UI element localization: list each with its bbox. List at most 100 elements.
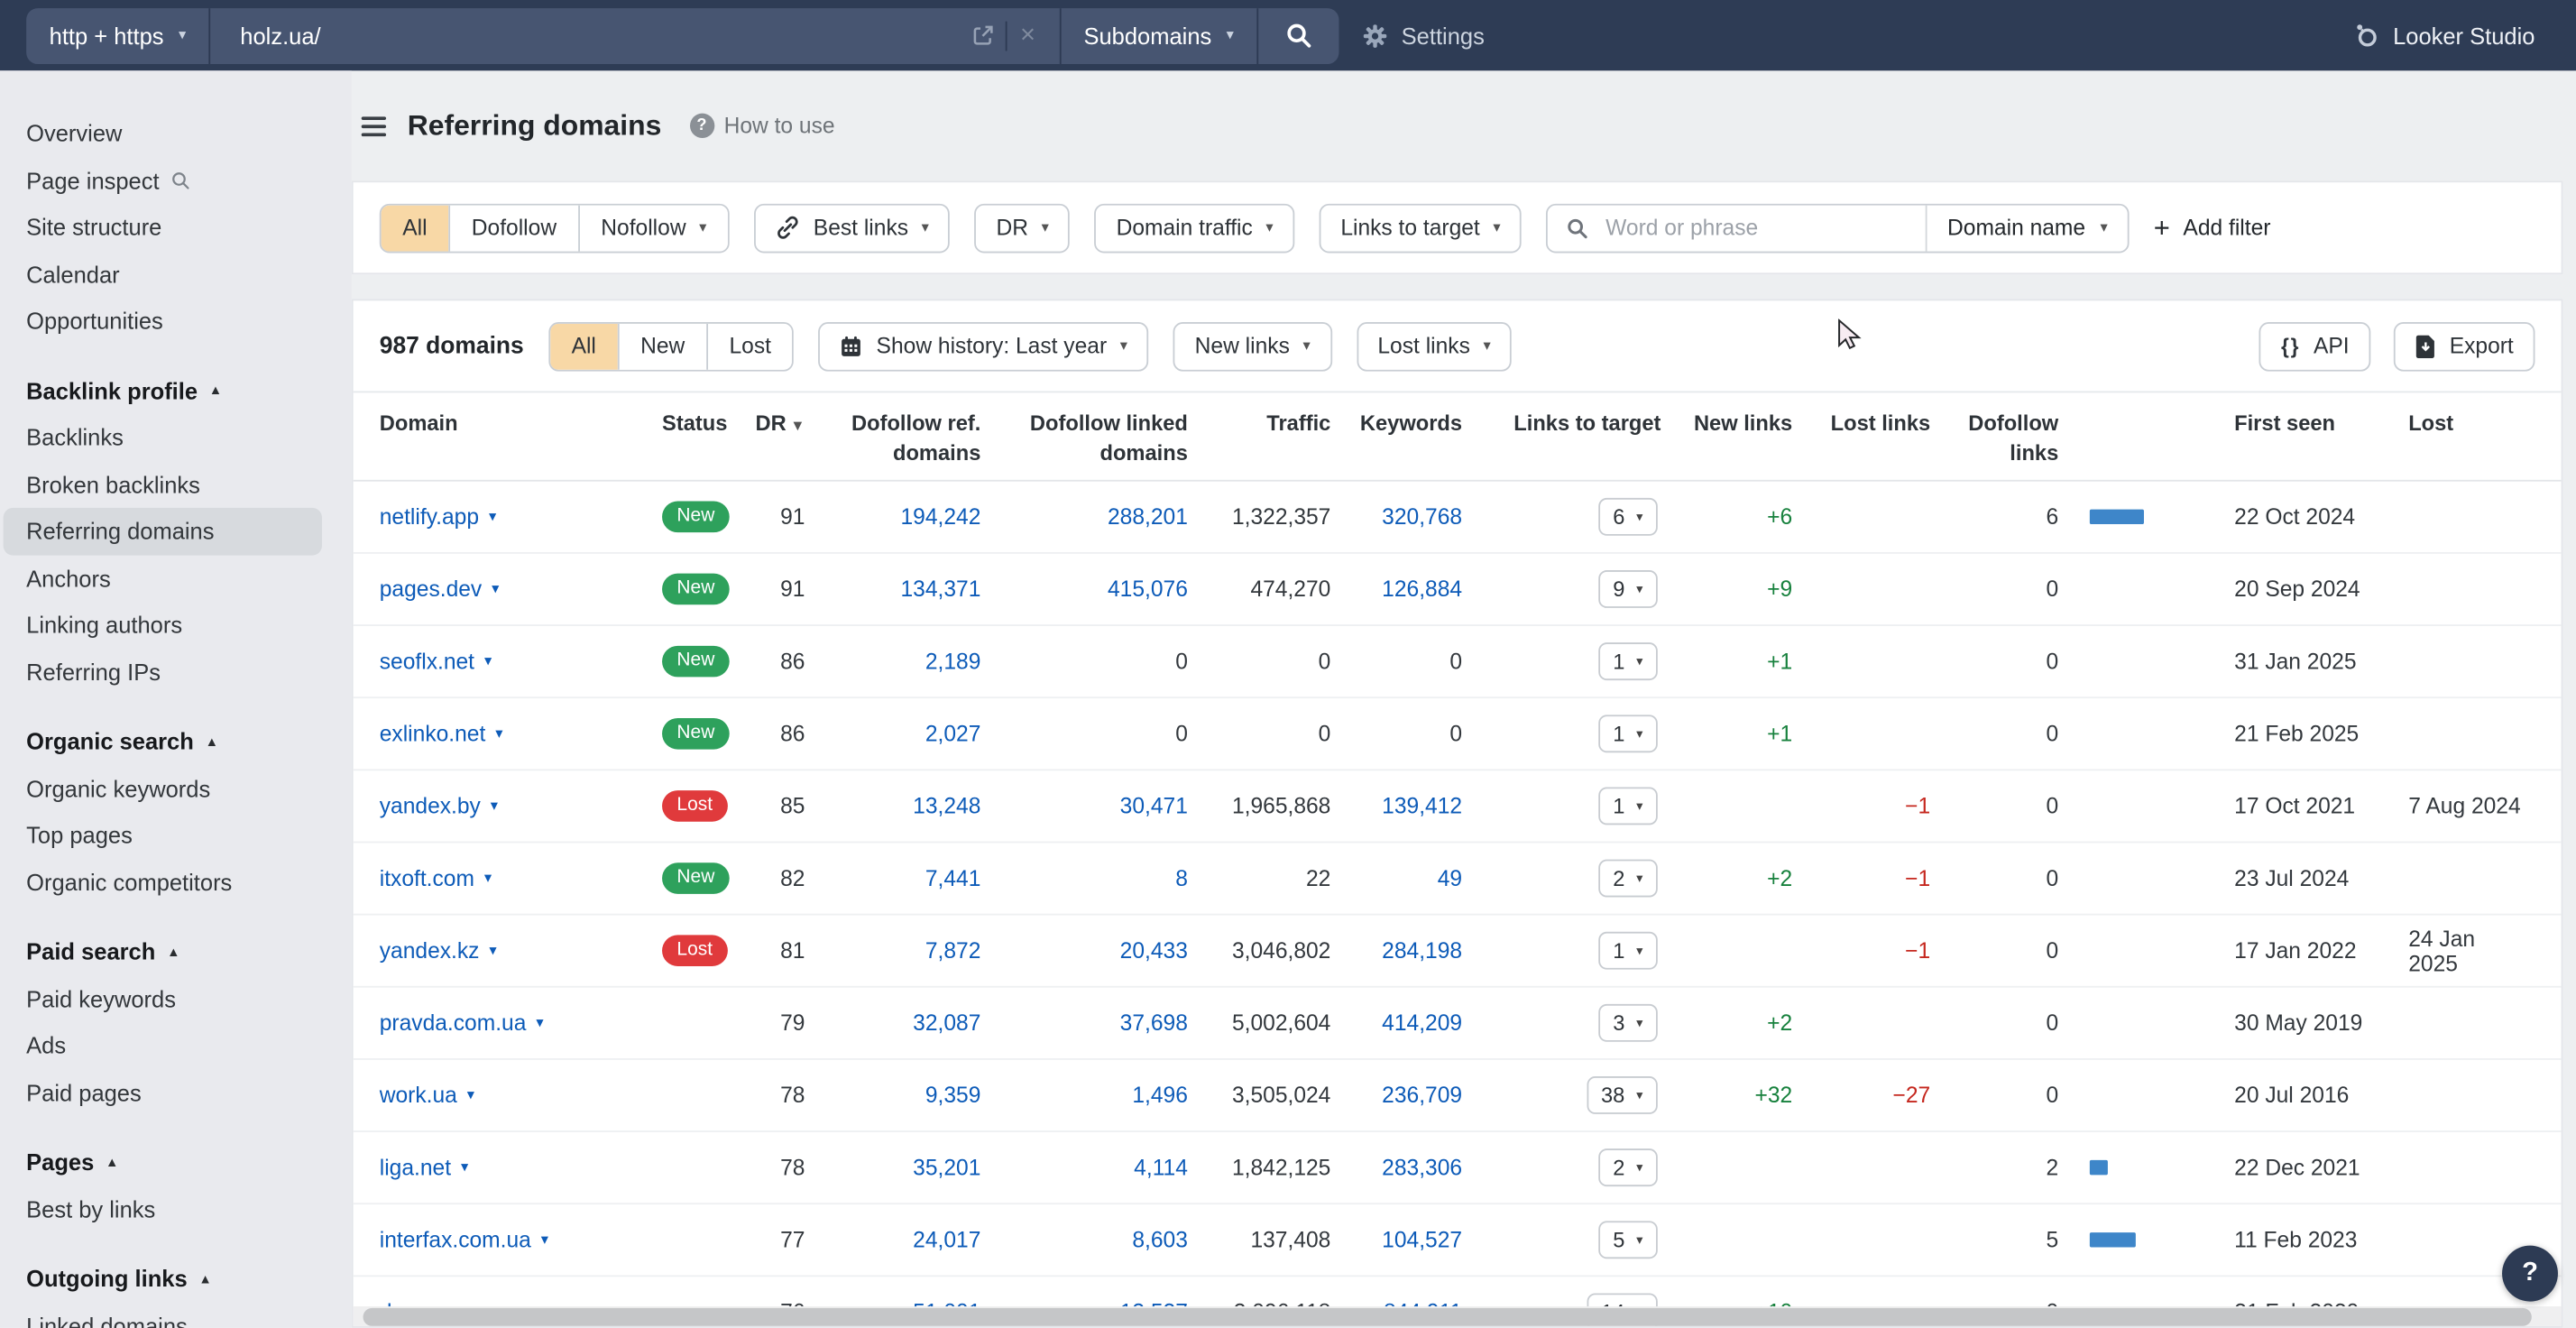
filter-segment-nofollow[interactable]: Nofollow▾ (578, 205, 728, 251)
clear-url-icon[interactable]: × (1007, 23, 1049, 49)
column-header-dofollow_linked_domains[interactable]: Dofollow linked domains (980, 410, 1188, 467)
links-to-target-select[interactable]: 1▾ (1598, 932, 1658, 970)
search-scope-dropdown[interactable]: Domain name ▾ (1926, 205, 2127, 251)
status-segment-lost[interactable]: Lost (706, 323, 793, 369)
value[interactable]: 24,017 (913, 1228, 980, 1252)
chevron-down-icon[interactable]: ▾ (489, 942, 496, 960)
sidebar-section-outgoing-links[interactable]: Outgoing links▲ (4, 1256, 322, 1303)
filter-dr-dropdown[interactable]: DR▾ (975, 203, 1071, 253)
column-header-dofollow_ref_domains[interactable]: Dofollow ref. domains (805, 410, 981, 467)
sidebar-item-broken-backlinks[interactable]: Broken backlinks (4, 461, 322, 508)
chevron-down-icon[interactable]: ▾ (541, 1231, 548, 1249)
sidebar-item-opportunities[interactable]: Opportunities (4, 298, 322, 345)
links-to-target-select[interactable]: 9▾ (1598, 570, 1658, 608)
sidebar-item-ads[interactable]: Ads (4, 1022, 322, 1069)
value[interactable]: 283,306 (1382, 1155, 1462, 1179)
value[interactable]: 4,114 (1134, 1155, 1188, 1179)
value[interactable]: 8 (1175, 866, 1188, 890)
value[interactable]: 7,441 (925, 866, 981, 890)
sidebar-section-pages[interactable]: Pages▲ (4, 1139, 322, 1185)
column-header-keywords[interactable]: Keywords (1330, 410, 1462, 438)
sidebar-item-backlinks[interactable]: Backlinks (4, 414, 322, 461)
chevron-down-icon[interactable]: ▾ (536, 1014, 543, 1032)
column-header-links_to_target[interactable]: Links to target (1462, 410, 1661, 438)
scope-dropdown[interactable]: Subdomains ▾ (1061, 7, 1256, 63)
value[interactable]: 20,433 (1120, 938, 1188, 963)
sidebar-item-referring-domains[interactable]: Referring domains (4, 508, 322, 555)
sidebar-item-anchors[interactable]: Anchors (4, 555, 322, 602)
open-external-icon[interactable] (962, 23, 1005, 48)
how-to-use-link[interactable]: How to use (724, 114, 835, 138)
column-header-lost_links[interactable]: Lost links (1792, 410, 1930, 438)
filter-segment-dofollow[interactable]: Dofollow (448, 205, 577, 251)
sidebar-item-linked-domains[interactable]: Linked domains (4, 1302, 322, 1328)
chevron-down-icon[interactable]: ▾ (491, 797, 498, 815)
links-to-target-select[interactable]: 1▾ (1598, 787, 1658, 825)
protocol-dropdown[interactable]: http + https ▾ (26, 7, 209, 63)
settings-button[interactable]: Settings (1362, 23, 1485, 49)
filter-domain-traffic-dropdown[interactable]: Domain traffic▾ (1095, 203, 1294, 253)
sidebar-item-organic-competitors[interactable]: Organic competitors (4, 859, 322, 906)
chevron-down-icon[interactable]: ▾ (461, 1158, 468, 1176)
value[interactable]: 284,198 (1382, 938, 1462, 963)
value[interactable]: 13,248 (913, 794, 980, 818)
column-header-dr[interactable]: DR ▼ (748, 410, 805, 438)
column-header-lost[interactable]: Lost (2374, 410, 2528, 438)
sidebar-item-linking-authors[interactable]: Linking authors (4, 602, 322, 649)
links-to-target-select[interactable]: 6▾ (1598, 498, 1658, 536)
domain-link[interactable]: pages.dev (380, 576, 482, 601)
value[interactable]: 414,209 (1382, 1010, 1462, 1035)
value[interactable]: 7,872 (925, 938, 981, 963)
sidebar-item-overview[interactable]: Overview (4, 110, 322, 157)
export-button[interactable]: Export (2394, 321, 2535, 371)
value[interactable]: 134,371 (900, 576, 980, 601)
sidebar-item-organic-keywords[interactable]: Organic keywords (4, 765, 322, 812)
value[interactable]: 37,698 (1120, 1010, 1188, 1035)
value[interactable]: 1,496 (1132, 1083, 1188, 1107)
value[interactable]: 139,412 (1382, 794, 1462, 818)
value[interactable]: 2,027 (925, 722, 981, 746)
sidebar-item-referring-ips[interactable]: Referring IPs (4, 649, 322, 696)
sidebar-item-paid-pages[interactable]: Paid pages (4, 1069, 322, 1116)
value[interactable]: 104,527 (1382, 1228, 1462, 1252)
status-segment-all[interactable]: All (550, 323, 618, 369)
sidebar-section-backlink-profile[interactable]: Backlink profile▲ (4, 367, 322, 414)
column-header-status[interactable]: Status (649, 410, 747, 438)
looker-studio-link[interactable]: Looker Studio (2352, 22, 2535, 50)
filter-segment-all[interactable]: All (382, 205, 449, 251)
show-history-dropdown[interactable]: Show history: Last year ▾ (819, 321, 1149, 371)
links-to-target-select[interactable]: 2▾ (1598, 1148, 1658, 1186)
domain-link[interactable]: yandex.kz (380, 938, 480, 963)
column-header-dofollow_links[interactable]: Dofollow links (1930, 410, 2058, 467)
sidebar-item-site-structure[interactable]: Site structure (4, 204, 322, 251)
value[interactable]: 8,603 (1132, 1228, 1188, 1252)
value[interactable]: 320,768 (1382, 504, 1462, 529)
chevron-down-icon[interactable]: ▾ (484, 652, 492, 670)
domain-link[interactable]: interfax.com.ua (380, 1228, 531, 1252)
column-header-domain[interactable]: Domain (380, 410, 649, 438)
value[interactable]: 49 (1438, 866, 1462, 890)
sidebar-section-organic-search[interactable]: Organic search▲ (4, 718, 322, 765)
api-button[interactable]: {} API (2259, 321, 2370, 371)
value[interactable]: 32,087 (913, 1010, 980, 1035)
sidebar-item-top-pages[interactable]: Top pages (4, 812, 322, 859)
domain-link[interactable]: liga.net (380, 1155, 451, 1179)
chevron-down-icon[interactable]: ▾ (492, 580, 499, 598)
value[interactable]: 194,242 (900, 504, 980, 529)
target-url-input[interactable] (237, 21, 962, 51)
word-or-phrase-input[interactable] (1603, 214, 1909, 242)
sidebar-item-page-inspect[interactable]: Page inspect (4, 157, 322, 204)
value[interactable]: 126,884 (1382, 576, 1462, 601)
lost-links-dropdown[interactable]: Lost links ▾ (1357, 321, 1513, 371)
value[interactable]: 30,471 (1120, 794, 1188, 818)
status-segment-new[interactable]: New (618, 323, 706, 369)
links-to-target-select[interactable]: 3▾ (1598, 1004, 1658, 1042)
column-header-first_seen[interactable]: First seen (2185, 410, 2374, 438)
add-filter-button[interactable]: + Add filter (2154, 214, 2271, 242)
filter-best-links-dropdown[interactable]: Best links▾ (754, 203, 950, 253)
value[interactable]: 236,709 (1382, 1083, 1462, 1107)
chevron-down-icon[interactable]: ▾ (467, 1086, 474, 1104)
domain-link[interactable]: pravda.com.ua (380, 1010, 527, 1035)
column-header-traffic[interactable]: Traffic (1188, 410, 1330, 438)
value[interactable]: 35,201 (913, 1155, 980, 1179)
